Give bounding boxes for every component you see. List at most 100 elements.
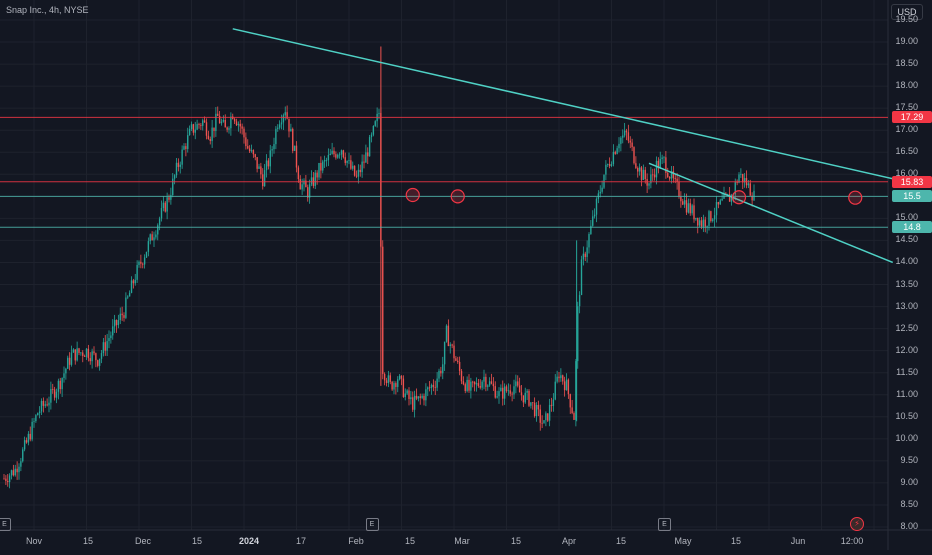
- candle-body: [205, 122, 208, 136]
- candle-body: [646, 179, 648, 186]
- earnings-event-marker[interactable]: E: [365, 518, 379, 531]
- candle-body: [389, 375, 391, 382]
- candle-body: [38, 411, 41, 414]
- candle-body: [488, 381, 491, 386]
- candle-body: [749, 183, 751, 196]
- candle-body: [582, 253, 585, 260]
- candle-body: [710, 211, 712, 222]
- candle-body: [61, 378, 63, 390]
- symbol-label: Snap Inc., 4h, NYSE: [6, 5, 89, 15]
- candle-body: [117, 320, 120, 326]
- candle-body: [89, 358, 91, 362]
- candle-body: [663, 157, 665, 159]
- candle-body: [372, 125, 375, 135]
- candle-body: [415, 395, 418, 399]
- y-tick-label: 12.00: [895, 344, 918, 355]
- candle-body: [160, 208, 163, 219]
- candle-body: [393, 383, 395, 390]
- candle-body: [517, 381, 519, 386]
- candle-body: [143, 257, 146, 265]
- candle-body: [329, 153, 331, 156]
- candle-body: [601, 187, 603, 192]
- candle-body: [578, 295, 581, 307]
- candle-body: [445, 325, 448, 342]
- y-tick-label: 19.00: [895, 36, 918, 47]
- candle-body: [398, 375, 401, 380]
- candle-body: [323, 160, 326, 162]
- candle-body: [12, 470, 15, 476]
- candle-body: [494, 386, 496, 398]
- candle-body: [172, 178, 174, 195]
- candle-body: [153, 237, 155, 241]
- price-level-tag: 15.83: [892, 175, 932, 188]
- candle-body: [509, 390, 511, 394]
- candle-body: [593, 214, 596, 217]
- candle-body: [740, 173, 742, 175]
- candle-body: [402, 378, 405, 397]
- x-tick-label: 17: [295, 536, 307, 546]
- candle-body: [719, 200, 721, 205]
- candle-body: [322, 161, 324, 171]
- candle-body: [265, 160, 268, 171]
- candle-body: [552, 399, 555, 406]
- candle-body: [687, 203, 690, 213]
- candle-body: [57, 380, 60, 392]
- candle-body: [432, 384, 435, 387]
- candle-body: [308, 184, 311, 198]
- candle-body: [250, 150, 253, 152]
- touch-marker: [405, 187, 420, 203]
- x-tick-label: Mar: [454, 536, 470, 546]
- candle-body: [537, 404, 540, 410]
- candle-body: [532, 402, 534, 404]
- candle-body: [108, 338, 110, 342]
- candle-body: [16, 468, 18, 473]
- candle-body: [209, 138, 211, 141]
- candle-body: [526, 390, 528, 393]
- candle-body: [314, 172, 316, 186]
- candle-body: [110, 335, 112, 339]
- candle-body: [458, 361, 461, 371]
- candle-body: [683, 200, 686, 205]
- candle-body: [93, 351, 95, 354]
- candle-body: [128, 292, 131, 297]
- candle-body: [310, 177, 313, 185]
- candle-body: [640, 167, 643, 180]
- candle-body: [247, 146, 249, 149]
- candle-body: [395, 383, 397, 387]
- candle-body: [48, 402, 50, 406]
- candle-body: [638, 167, 641, 172]
- candle-body: [235, 121, 238, 126]
- y-tick-label: 13.50: [895, 278, 918, 289]
- candle-body: [466, 379, 468, 392]
- candle-body: [565, 379, 568, 391]
- candle-body: [610, 164, 613, 167]
- candle-body: [560, 375, 562, 379]
- candle-body: [554, 381, 556, 400]
- candle-body: [708, 211, 710, 226]
- candle-body: [275, 128, 277, 145]
- candle-body: [385, 380, 388, 383]
- candle-body: [220, 121, 223, 124]
- price-level-tag: 17.29: [892, 111, 932, 124]
- candle-body: [753, 190, 755, 201]
- candle-body: [485, 376, 487, 387]
- earnings-event-marker[interactable]: E: [658, 518, 671, 531]
- candle-body: [623, 130, 626, 136]
- candle-body: [436, 378, 438, 388]
- candle-body: [149, 234, 151, 242]
- candle-body: [297, 167, 300, 180]
- y-tick-label: 14.50: [895, 234, 918, 245]
- x-tick-label: Apr: [561, 536, 577, 546]
- candle-body: [680, 196, 682, 202]
- candle-body: [700, 220, 703, 227]
- candle-body: [76, 348, 78, 361]
- candle-body: [97, 360, 99, 366]
- candle-body: [717, 202, 720, 205]
- candle-body: [352, 165, 354, 169]
- price-chart[interactable]: [0, 0, 932, 550]
- lightning-icon[interactable]: ⚡: [850, 517, 864, 531]
- earnings-event-marker[interactable]: E: [0, 518, 11, 531]
- candle-body: [481, 381, 483, 388]
- chart-area[interactable]: [0, 0, 932, 550]
- x-tick-label: Jun: [790, 536, 806, 546]
